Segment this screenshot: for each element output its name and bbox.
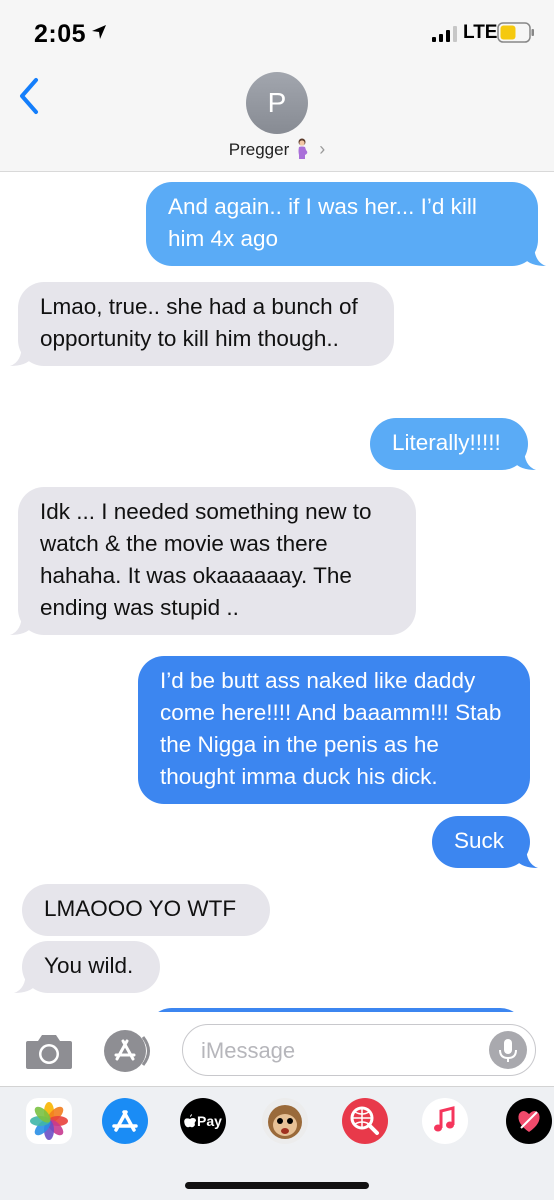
location-arrow-icon — [92, 25, 106, 39]
apple-logo-icon — [184, 1114, 197, 1128]
message-input-placeholder: iMessage — [201, 1038, 296, 1063]
contact-name-row[interactable]: Pregger › — [0, 138, 554, 160]
message-bubble-sent[interactable]: Suck — [432, 816, 538, 868]
message-text: Lmao, true.. she had a bunch of opportun… — [40, 294, 358, 351]
message-bubble-sent[interactable]: And again.. if I was her... I’d kill him… — [146, 182, 546, 266]
message-text: Literally!!!!! — [392, 430, 501, 455]
contact-name: Pregger — [228, 140, 290, 159]
back-button[interactable] — [14, 76, 44, 116]
app-store-button-icon[interactable] — [102, 1028, 156, 1074]
message-bubble-sent[interactable]: Literally!!!!! — [370, 418, 536, 470]
status-time: 2:05 — [34, 20, 87, 48]
apple-pay-icon[interactable]: Pay — [180, 1098, 226, 1144]
bubble-tail — [10, 613, 32, 635]
home-indicator[interactable] — [185, 1182, 369, 1189]
message-bubble-received[interactable]: Idk ... I needed something new to watch … — [10, 487, 416, 635]
web-images-icon[interactable] — [342, 1098, 388, 1144]
message-text: Idk ... I needed something new to watch … — [40, 499, 372, 620]
message-bubble-sent[interactable]: I’d be butt ass naked like daddy come he… — [138, 656, 530, 804]
message-text: I’d be butt ass naked like daddy come he… — [160, 668, 502, 789]
camera-icon[interactable] — [24, 1033, 74, 1071]
music-icon[interactable] — [422, 1098, 468, 1144]
microphone-icon — [499, 1039, 517, 1062]
cellular-signal-icon — [432, 26, 457, 42]
animoji-icon[interactable] — [262, 1098, 308, 1144]
message-input[interactable]: iMessage — [182, 1024, 536, 1076]
bubble-tail — [14, 971, 36, 993]
chevron-left-icon — [20, 78, 38, 114]
bubble-tail — [514, 448, 536, 470]
message-text: Suck — [454, 828, 505, 853]
message-text: And again.. if I was her... I’d kill him… — [168, 194, 477, 251]
photos-icon[interactable] — [26, 1098, 72, 1144]
bubble-tail — [524, 244, 546, 266]
network-type: LTE — [463, 22, 498, 43]
battery-icon — [497, 22, 534, 43]
message-text: You wild. — [44, 953, 134, 978]
bubble-tail — [10, 344, 32, 366]
message-bubble-received[interactable]: LMAOOO YO WTF — [22, 884, 270, 936]
microphone-button[interactable] — [489, 1031, 527, 1069]
message-text: LMAOOO YO WTF — [44, 896, 237, 921]
bubble-tail — [516, 846, 538, 868]
chevron-right-icon: › — [319, 139, 326, 159]
digital-touch-icon[interactable] — [506, 1098, 552, 1144]
message-bubble-received[interactable]: You wild. — [14, 941, 160, 993]
pregnant-woman-emoji-icon — [298, 138, 308, 159]
message-bubble-received[interactable]: Lmao, true.. she had a bunch of opportun… — [10, 282, 394, 366]
apple-pay-label: Pay — [197, 1113, 222, 1129]
contact-avatar[interactable]: P — [246, 72, 308, 134]
app-store-icon[interactable] — [102, 1098, 148, 1144]
